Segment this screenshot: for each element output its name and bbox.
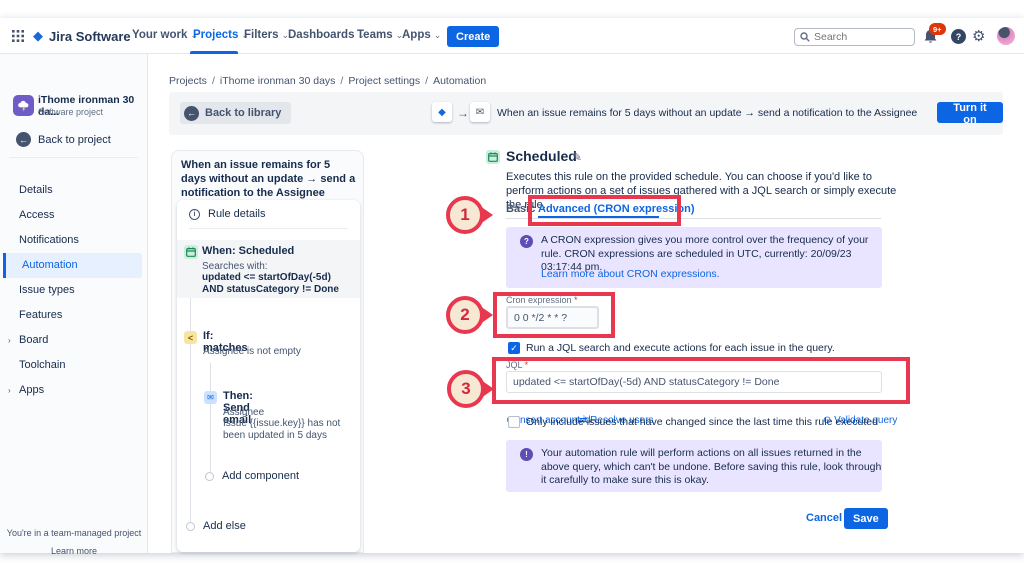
sidebar-item-details[interactable]: Details <box>0 178 145 203</box>
search-icon <box>800 32 810 42</box>
breadcrumb: Projects / iThome ironman 30 days / Project … <box>169 75 487 87</box>
breadcrumb-project-settings[interactable]: Project settings <box>348 75 420 87</box>
rule-summary: When an issue remains for 5 days without… <box>497 107 918 119</box>
project-avatar <box>13 95 34 116</box>
card-divider <box>189 228 348 229</box>
search-input[interactable] <box>814 31 904 43</box>
chevron-right-icon: › <box>8 386 11 395</box>
rule-chain-panel: When an issue remains for 5 days without… <box>171 150 364 553</box>
annotation-marker-3: 3 <box>447 370 485 408</box>
cron-info-box: ? A CRON expression gives you more contr… <box>506 227 882 288</box>
annotation-marker-1: 1 <box>446 196 484 234</box>
calendar-icon <box>486 150 500 164</box>
scheduled-diamond-icon: ◆ <box>438 106 446 118</box>
annotation-marker-2: 2 <box>446 296 484 334</box>
cancel-button[interactable]: Cancel <box>806 512 842 524</box>
trigger-tile: ◆ <box>432 102 452 122</box>
edit-pencil-icon[interactable]: ✎ <box>572 150 582 164</box>
sidebar-item-toolchain[interactable]: Toolchain <box>0 353 145 378</box>
arrow-left-icon: ← <box>16 132 31 147</box>
calendar-icon <box>184 245 198 259</box>
sidebar-item-issue-types[interactable]: Issue types <box>0 278 145 303</box>
notification-count-badge: 9+ <box>929 23 946 35</box>
branch-connector <box>210 363 211 476</box>
add-else-button[interactable]: Add else <box>186 520 246 532</box>
rule-components-card: i Rule details When: Scheduled Searches … <box>177 200 360 552</box>
annotation-rect-cron-field <box>493 292 615 338</box>
gear-icon[interactable]: ⚙ <box>972 27 985 45</box>
sidebar-item-apps[interactable]: › Apps <box>0 378 145 403</box>
learn-more-link[interactable]: Learn more <box>0 546 148 556</box>
annotation-rect-advanced-tab <box>528 195 681 226</box>
nav-your-work[interactable]: Your work ⌄ <box>132 29 198 41</box>
chevron-right-icon: › <box>8 336 11 345</box>
editor-title: Scheduled <box>506 148 577 164</box>
warning-text: Your automation rule will perform action… <box>541 447 882 486</box>
screen: ◆ Jira Software Your work ⌄ Projects ⌄ Fil… <box>0 0 1024 576</box>
rule-header-bar: ← Back to library ◆ → ✉ When an issue re… <box>169 92 1003 135</box>
jira-logo-icon: ◆ <box>33 28 43 43</box>
add-node-circle-icon <box>205 471 214 481</box>
rule-title: When an issue remains for 5 days without… <box>181 159 356 199</box>
nav-active-underline <box>190 51 238 54</box>
create-button[interactable]: Create <box>447 26 500 47</box>
exclamation-icon: ! <box>520 448 533 461</box>
team-managed-note: You're in a team-managed project <box>6 528 142 538</box>
nav-apps[interactable]: Apps ⌄ <box>402 29 441 41</box>
app-window: ◆ Jira Software Your work ⌄ Projects ⌄ Fil… <box>0 18 1024 556</box>
run-jql-label: Run a JQL search and execute actions for… <box>526 342 835 354</box>
warning-box: ! Your automation rule will perform acti… <box>506 440 882 492</box>
user-avatar[interactable] <box>997 27 1015 45</box>
brand-title: Jira Software <box>49 29 131 44</box>
info-icon: i <box>189 208 200 220</box>
project-type: Software project <box>38 107 104 117</box>
breadcrumb-automation[interactable]: Automation <box>433 75 486 87</box>
question-icon: ? <box>520 235 533 248</box>
cron-learn-more-link[interactable]: Learn more about CRON expressions. <box>541 268 720 280</box>
nav-dashboards[interactable]: Dashboards ⌄ <box>288 29 365 41</box>
sidebar-item-notifications[interactable]: Notifications <box>0 228 145 253</box>
arrow-left-icon: ← <box>184 105 199 121</box>
sidebar-item-access[interactable]: Access <box>0 203 145 228</box>
add-node-circle-icon <box>186 521 195 531</box>
global-search[interactable] <box>794 28 915 46</box>
back-to-project[interactable]: ← Back to project <box>16 132 111 147</box>
envelope-icon: ✉ <box>475 106 485 118</box>
action-tile: ✉ <box>470 102 490 122</box>
sidebar-item-features[interactable]: Features <box>0 303 145 328</box>
condition-branch-icon: < <box>184 331 197 344</box>
back-to-library-button[interactable]: ← Back to library <box>180 102 292 124</box>
app-switcher-icon[interactable] <box>12 30 24 42</box>
sidebar-divider <box>9 157 138 158</box>
arrow-right-icon: → <box>457 106 469 120</box>
chevron-down-icon: ⌄ <box>433 30 442 40</box>
email-icon: ✉ <box>204 391 217 404</box>
run-jql-checkbox[interactable]: ✓ <box>508 342 520 354</box>
storm-cloud-icon <box>18 100 29 112</box>
add-component-button[interactable]: Add component <box>205 470 299 482</box>
only-changed-label: Only include issues that have changed si… <box>526 416 878 428</box>
breadcrumb-project[interactable]: iThome ironman 30 days <box>220 75 336 87</box>
nav-teams[interactable]: Teams ⌄ <box>357 29 403 41</box>
nav-filters[interactable]: Filters ⌄ <box>244 29 289 41</box>
turn-it-on-button[interactable]: Turn it on <box>937 102 1003 126</box>
sidebar-item-automation[interactable]: Automation <box>3 253 142 278</box>
only-changed-checkbox[interactable] <box>508 416 520 428</box>
top-navigation: ◆ Jira Software Your work ⌄ Projects ⌄ Fil… <box>0 18 1024 54</box>
save-button[interactable]: Save <box>844 508 888 529</box>
annotation-rect-jql-field <box>492 357 910 404</box>
sidebar-item-board[interactable]: › Board <box>0 328 145 353</box>
project-settings-sidebar: iThome ironman 30 da... Software project… <box>0 54 148 556</box>
when-scheduled-item[interactable]: When: Scheduled Searches with: updated <… <box>177 240 360 298</box>
rule-details-item[interactable]: i Rule details <box>189 208 265 220</box>
breadcrumb-projects[interactable]: Projects <box>169 75 207 87</box>
nav-projects[interactable]: Projects ⌄ <box>193 29 249 41</box>
help-icon[interactable]: ? <box>951 29 966 44</box>
